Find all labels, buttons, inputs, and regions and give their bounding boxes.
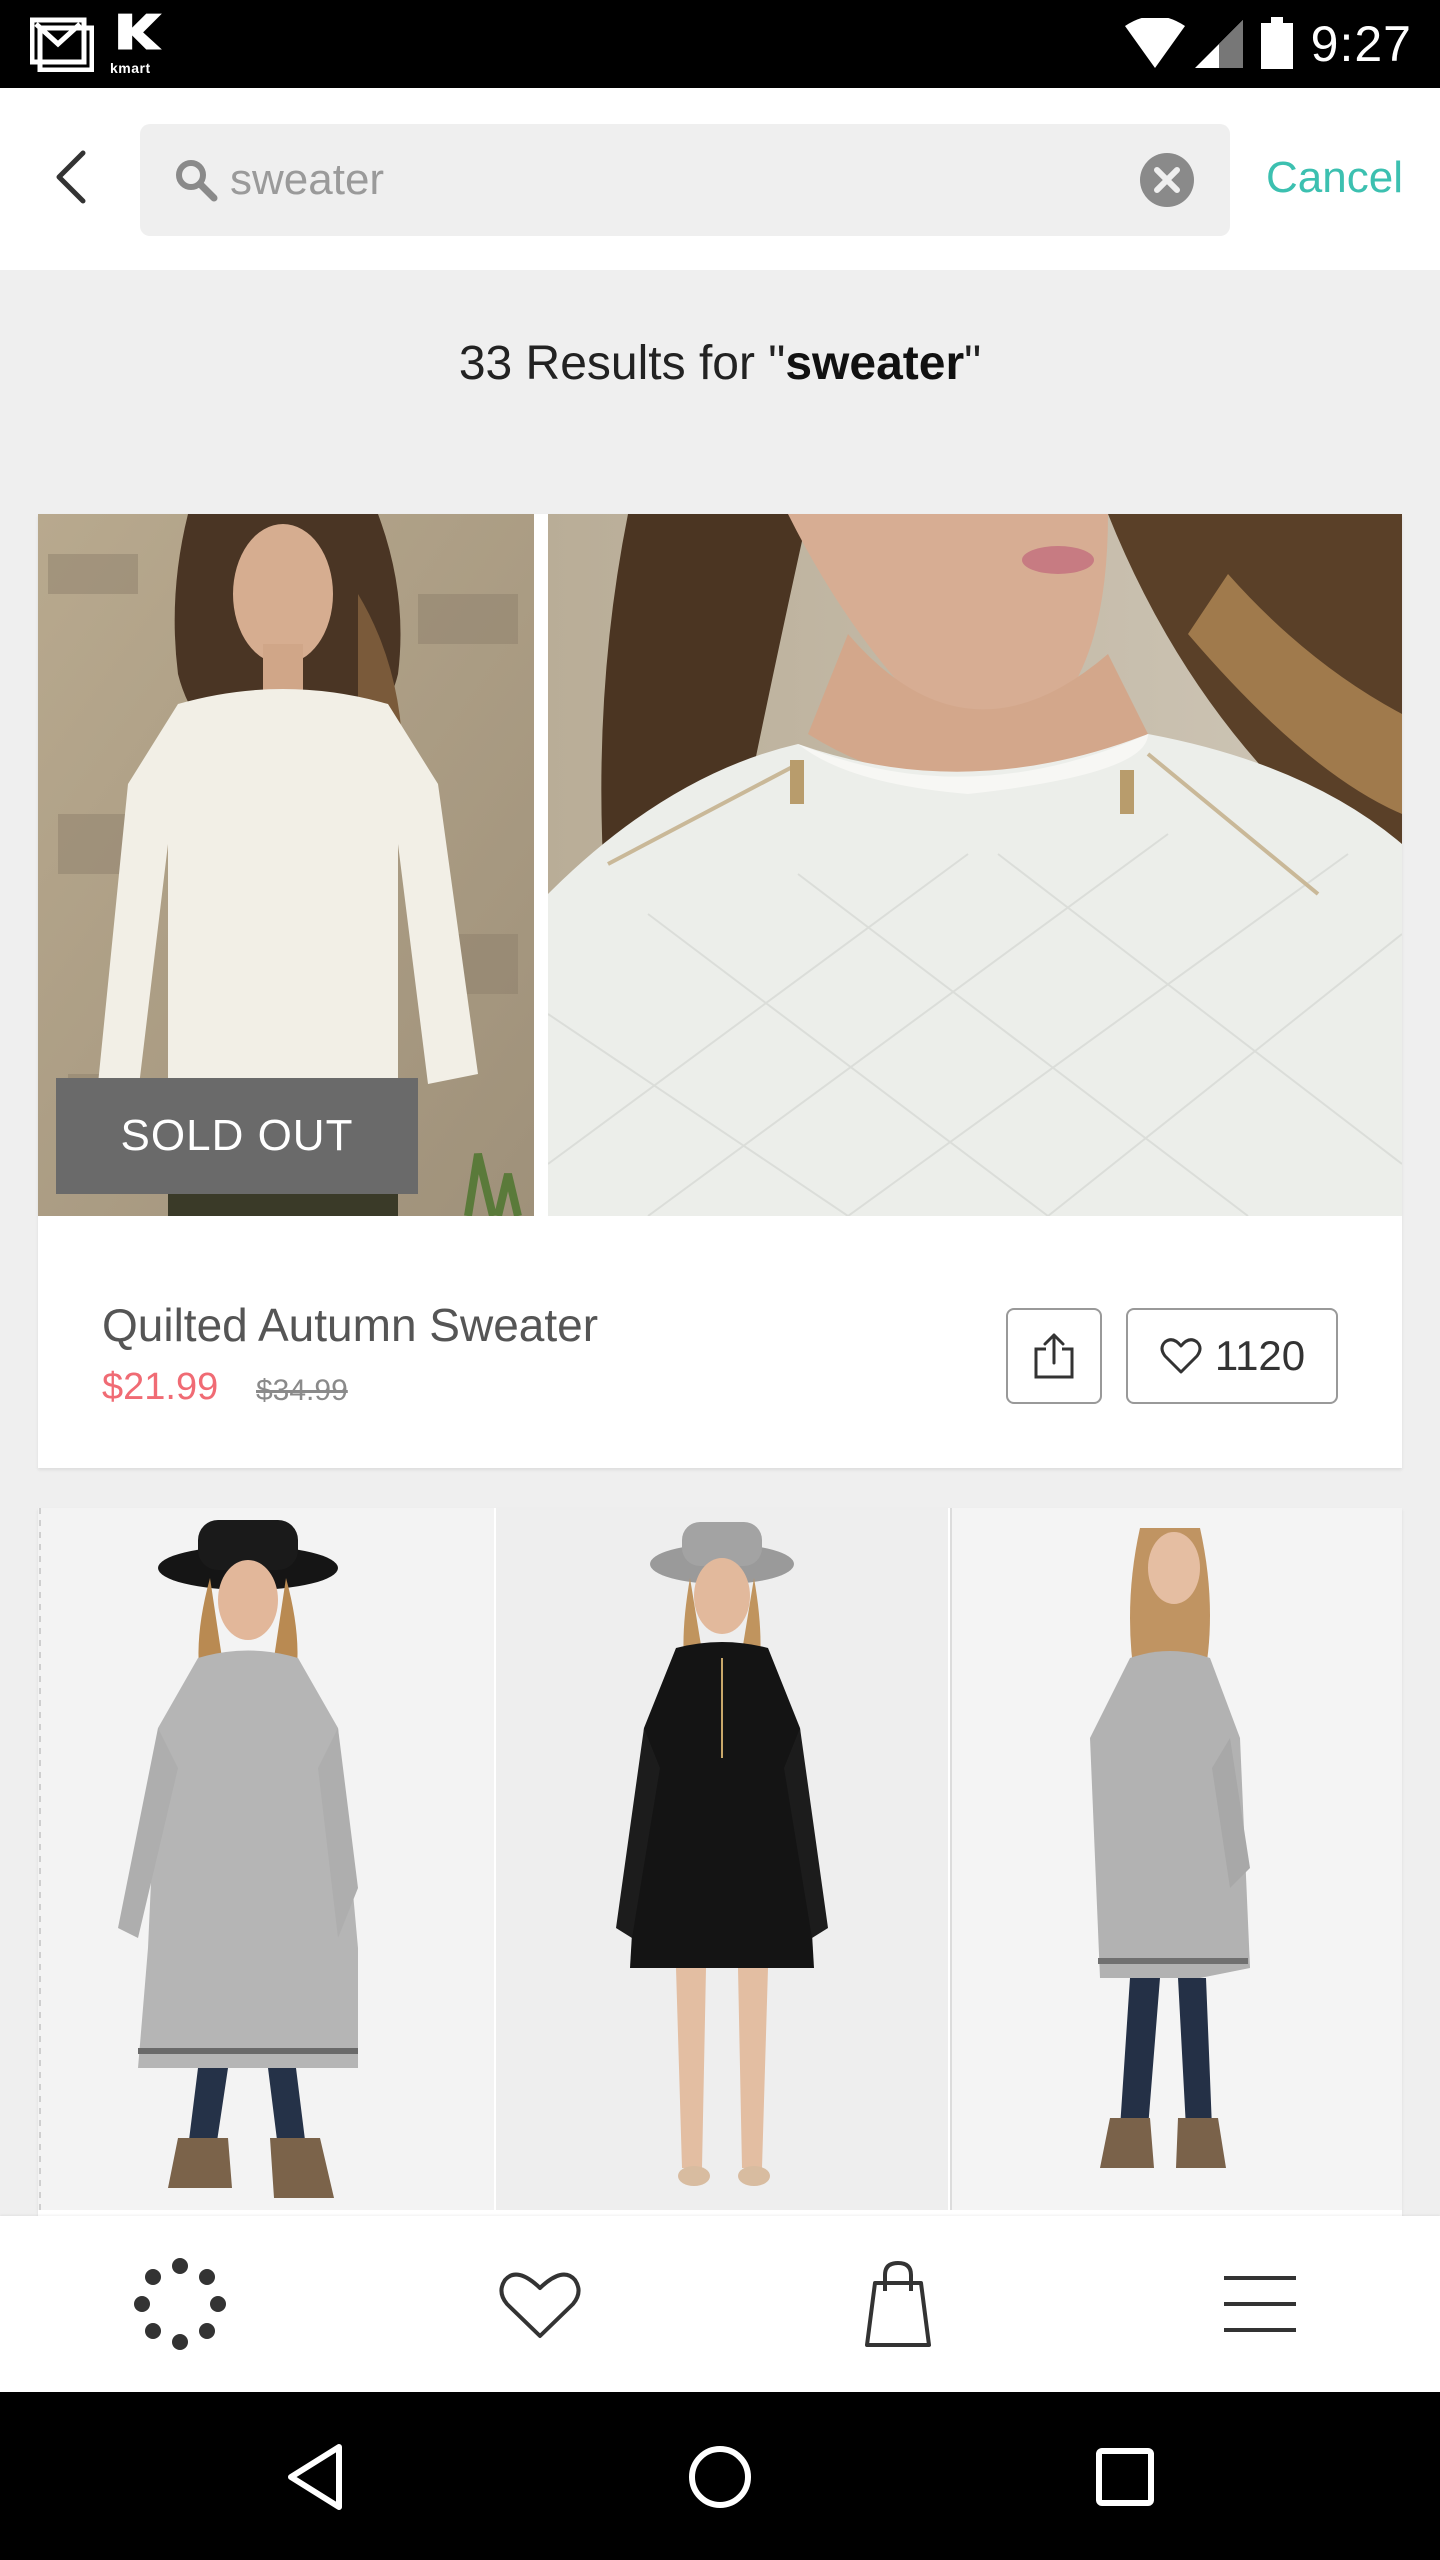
results-close-quote: ": [964, 337, 982, 390]
battery-icon: [1260, 17, 1293, 69]
status-right-icons: 9:27: [1123, 10, 1412, 78]
nav-home-icon: [689, 2446, 751, 2508]
product-info: Quilted Autumn Sweater $21.99 $34.99 112…: [38, 1216, 1402, 1468]
product-card[interactable]: SOLD OUT Quilted Autumn Sweater $21.99 $…: [38, 514, 1402, 1468]
clear-icon: [1140, 153, 1194, 207]
system-home-button[interactable]: [675, 2432, 765, 2522]
kmart-label: kmart: [110, 60, 151, 76]
kmart-icon: kmart: [108, 12, 172, 76]
product-card[interactable]: [38, 1508, 1402, 2216]
heart-icon: [499, 2272, 581, 2338]
product-image[interactable]: [950, 1508, 1402, 2210]
system-back-button[interactable]: [270, 2432, 360, 2522]
nav-recents-icon: [1096, 2448, 1154, 2506]
gray-dress-side-image: [950, 1508, 1402, 2210]
tab-favorites[interactable]: [490, 2254, 590, 2354]
results-query: sweater: [785, 337, 965, 390]
product-name[interactable]: Quilted Autumn Sweater: [102, 1298, 598, 1352]
cancel-button[interactable]: Cancel: [1266, 146, 1403, 210]
results-heading: 33 Results for "sweater": [0, 336, 1440, 391]
nav-back-icon: [288, 2444, 342, 2510]
search-box[interactable]: [140, 124, 1230, 236]
system-recents-button[interactable]: [1080, 2432, 1170, 2522]
status-bar: kmart 9:27: [0, 0, 1440, 88]
shopping-bag-icon: [865, 2260, 931, 2347]
product-images[interactable]: [38, 1508, 1402, 2210]
original-price: $34.99: [256, 1374, 348, 1407]
black-dress-gray-hat-image: [496, 1508, 948, 2210]
product-image[interactable]: [38, 1508, 494, 2210]
back-button[interactable]: [40, 146, 102, 208]
status-left-icons: kmart: [30, 12, 172, 76]
sale-price: $21.99: [102, 1366, 219, 1408]
signal-icon: [1194, 20, 1243, 68]
discover-dots-icon: [134, 2258, 226, 2350]
like-count: 1120: [1214, 1332, 1306, 1379]
results-count-text: 33 Results for ": [458, 337, 786, 390]
gray-dress-black-hat-image: [38, 1508, 494, 2210]
product-image[interactable]: [496, 1508, 948, 2210]
sweater-closeup-image: [548, 514, 1402, 1216]
system-nav-bar: [0, 2392, 1440, 2560]
like-button[interactable]: 1120: [1126, 1308, 1338, 1404]
chevron-left-icon: [56, 150, 86, 204]
tab-discover[interactable]: [130, 2254, 230, 2354]
tab-cart[interactable]: [848, 2254, 948, 2354]
clock: 9:27: [1310, 16, 1412, 72]
bottom-tab-bar: [0, 2216, 1440, 2392]
clear-search-button[interactable]: [1138, 151, 1196, 209]
share-button[interactable]: [1006, 1308, 1102, 1404]
search-header: Cancel: [0, 88, 1440, 270]
share-icon: [1034, 1333, 1074, 1379]
search-icon: [176, 160, 218, 202]
tab-menu[interactable]: [1210, 2254, 1310, 2354]
sold-out-badge: SOLD OUT: [56, 1078, 418, 1194]
product-image[interactable]: [548, 514, 1402, 1216]
search-input[interactable]: [230, 124, 1130, 236]
menu-icon: [1224, 2276, 1296, 2332]
wifi-icon: [1124, 18, 1185, 68]
heart-outline-icon: [1160, 1338, 1202, 1374]
gmail-icon: [30, 17, 94, 72]
